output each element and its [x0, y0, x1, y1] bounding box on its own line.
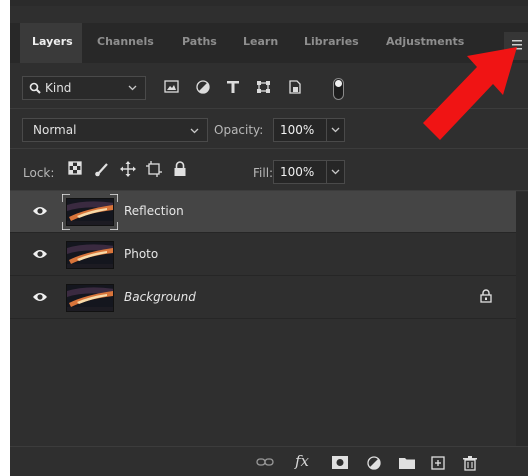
opacity-field[interactable]: 100%: [273, 118, 345, 142]
filter-toggle-knob: [335, 80, 342, 87]
fill-value: 100%: [280, 165, 315, 179]
layer-name[interactable]: Background: [124, 290, 196, 304]
divider: [10, 148, 528, 149]
tab-libraries[interactable]: Libraries: [304, 35, 359, 48]
layer-row-photo[interactable]: Photo: [10, 234, 516, 276]
tab-adjustments[interactable]: Adjustments: [386, 35, 464, 48]
chevron-down-icon: [190, 128, 199, 134]
search-icon: [29, 82, 41, 94]
pixel-filter-icon[interactable]: [164, 80, 180, 94]
lock-label: Lock:: [23, 166, 55, 180]
filter-toggle[interactable]: [333, 78, 344, 100]
lock-artboard-icon[interactable]: [146, 161, 162, 177]
layer-name[interactable]: Reflection: [124, 204, 184, 218]
adjustment-filter-icon[interactable]: [196, 80, 210, 94]
link-layers-icon[interactable]: [256, 458, 274, 467]
visibility-eye-icon[interactable]: [32, 205, 48, 217]
tab-channels[interactable]: Channels: [97, 35, 154, 48]
layer-name[interactable]: Photo: [124, 247, 158, 261]
new-adjustment-layer-icon[interactable]: [367, 456, 382, 471]
layer-thumbnail: [66, 198, 114, 226]
tab-paths[interactable]: Paths: [182, 35, 217, 48]
fx-icon[interactable]: fx: [295, 452, 309, 470]
new-group-icon[interactable]: [399, 456, 415, 469]
panel-footer: fx: [10, 446, 528, 476]
shape-filter-icon[interactable]: [256, 80, 272, 94]
layer-row-reflection[interactable]: Reflection: [10, 191, 516, 233]
new-layer-icon[interactable]: [431, 456, 445, 470]
opacity-label: Opacity:: [214, 123, 264, 137]
lock-all-icon[interactable]: [173, 161, 187, 177]
filter-kind-label: Kind: [45, 81, 72, 95]
layer-row-background[interactable]: Background: [10, 277, 516, 319]
fill-label: Fill:: [253, 166, 274, 180]
filter-row: Kind: [10, 76, 528, 102]
fill-dropdown-button[interactable]: [326, 161, 344, 183]
divider: [10, 108, 528, 109]
lock-position-icon[interactable]: [120, 161, 136, 177]
panel-menu-icon: [512, 40, 522, 50]
panel-tab-bar: Layers Channels Paths Learn Libraries Ad…: [10, 23, 528, 63]
filter-kind-select[interactable]: Kind: [22, 76, 146, 100]
delete-layer-icon[interactable]: [463, 456, 477, 471]
type-filter-icon[interactable]: [226, 80, 240, 94]
layer-thumbnail: [66, 241, 114, 269]
chevron-down-icon: [331, 127, 340, 133]
visibility-eye-icon[interactable]: [32, 248, 48, 260]
visibility-eye-icon[interactable]: [32, 291, 48, 303]
add-mask-icon[interactable]: [332, 456, 348, 469]
layer-lock-icon[interactable]: [480, 289, 492, 303]
chevron-down-icon: [128, 85, 137, 91]
layer-thumbnail: [66, 284, 114, 312]
fill-field[interactable]: 100%: [273, 160, 345, 184]
panel-menu-button[interactable]: [504, 32, 528, 60]
tab-layers[interactable]: Layers: [32, 35, 73, 48]
blend-mode-value: Normal: [33, 123, 77, 137]
layers-scrollbar[interactable]: [516, 192, 528, 476]
chevron-down-icon: [331, 169, 340, 175]
opacity-dropdown-button[interactable]: [326, 119, 344, 141]
blend-mode-select[interactable]: Normal: [22, 118, 208, 142]
smart-object-filter-icon[interactable]: [288, 80, 302, 94]
lock-image-pixels-icon[interactable]: [94, 161, 110, 177]
tab-learn[interactable]: Learn: [243, 35, 278, 48]
opacity-value: 100%: [280, 123, 315, 137]
lock-transparent-pixels-icon[interactable]: [68, 161, 82, 175]
layers-panel: Layers Channels Paths Learn Libraries Ad…: [10, 6, 528, 476]
